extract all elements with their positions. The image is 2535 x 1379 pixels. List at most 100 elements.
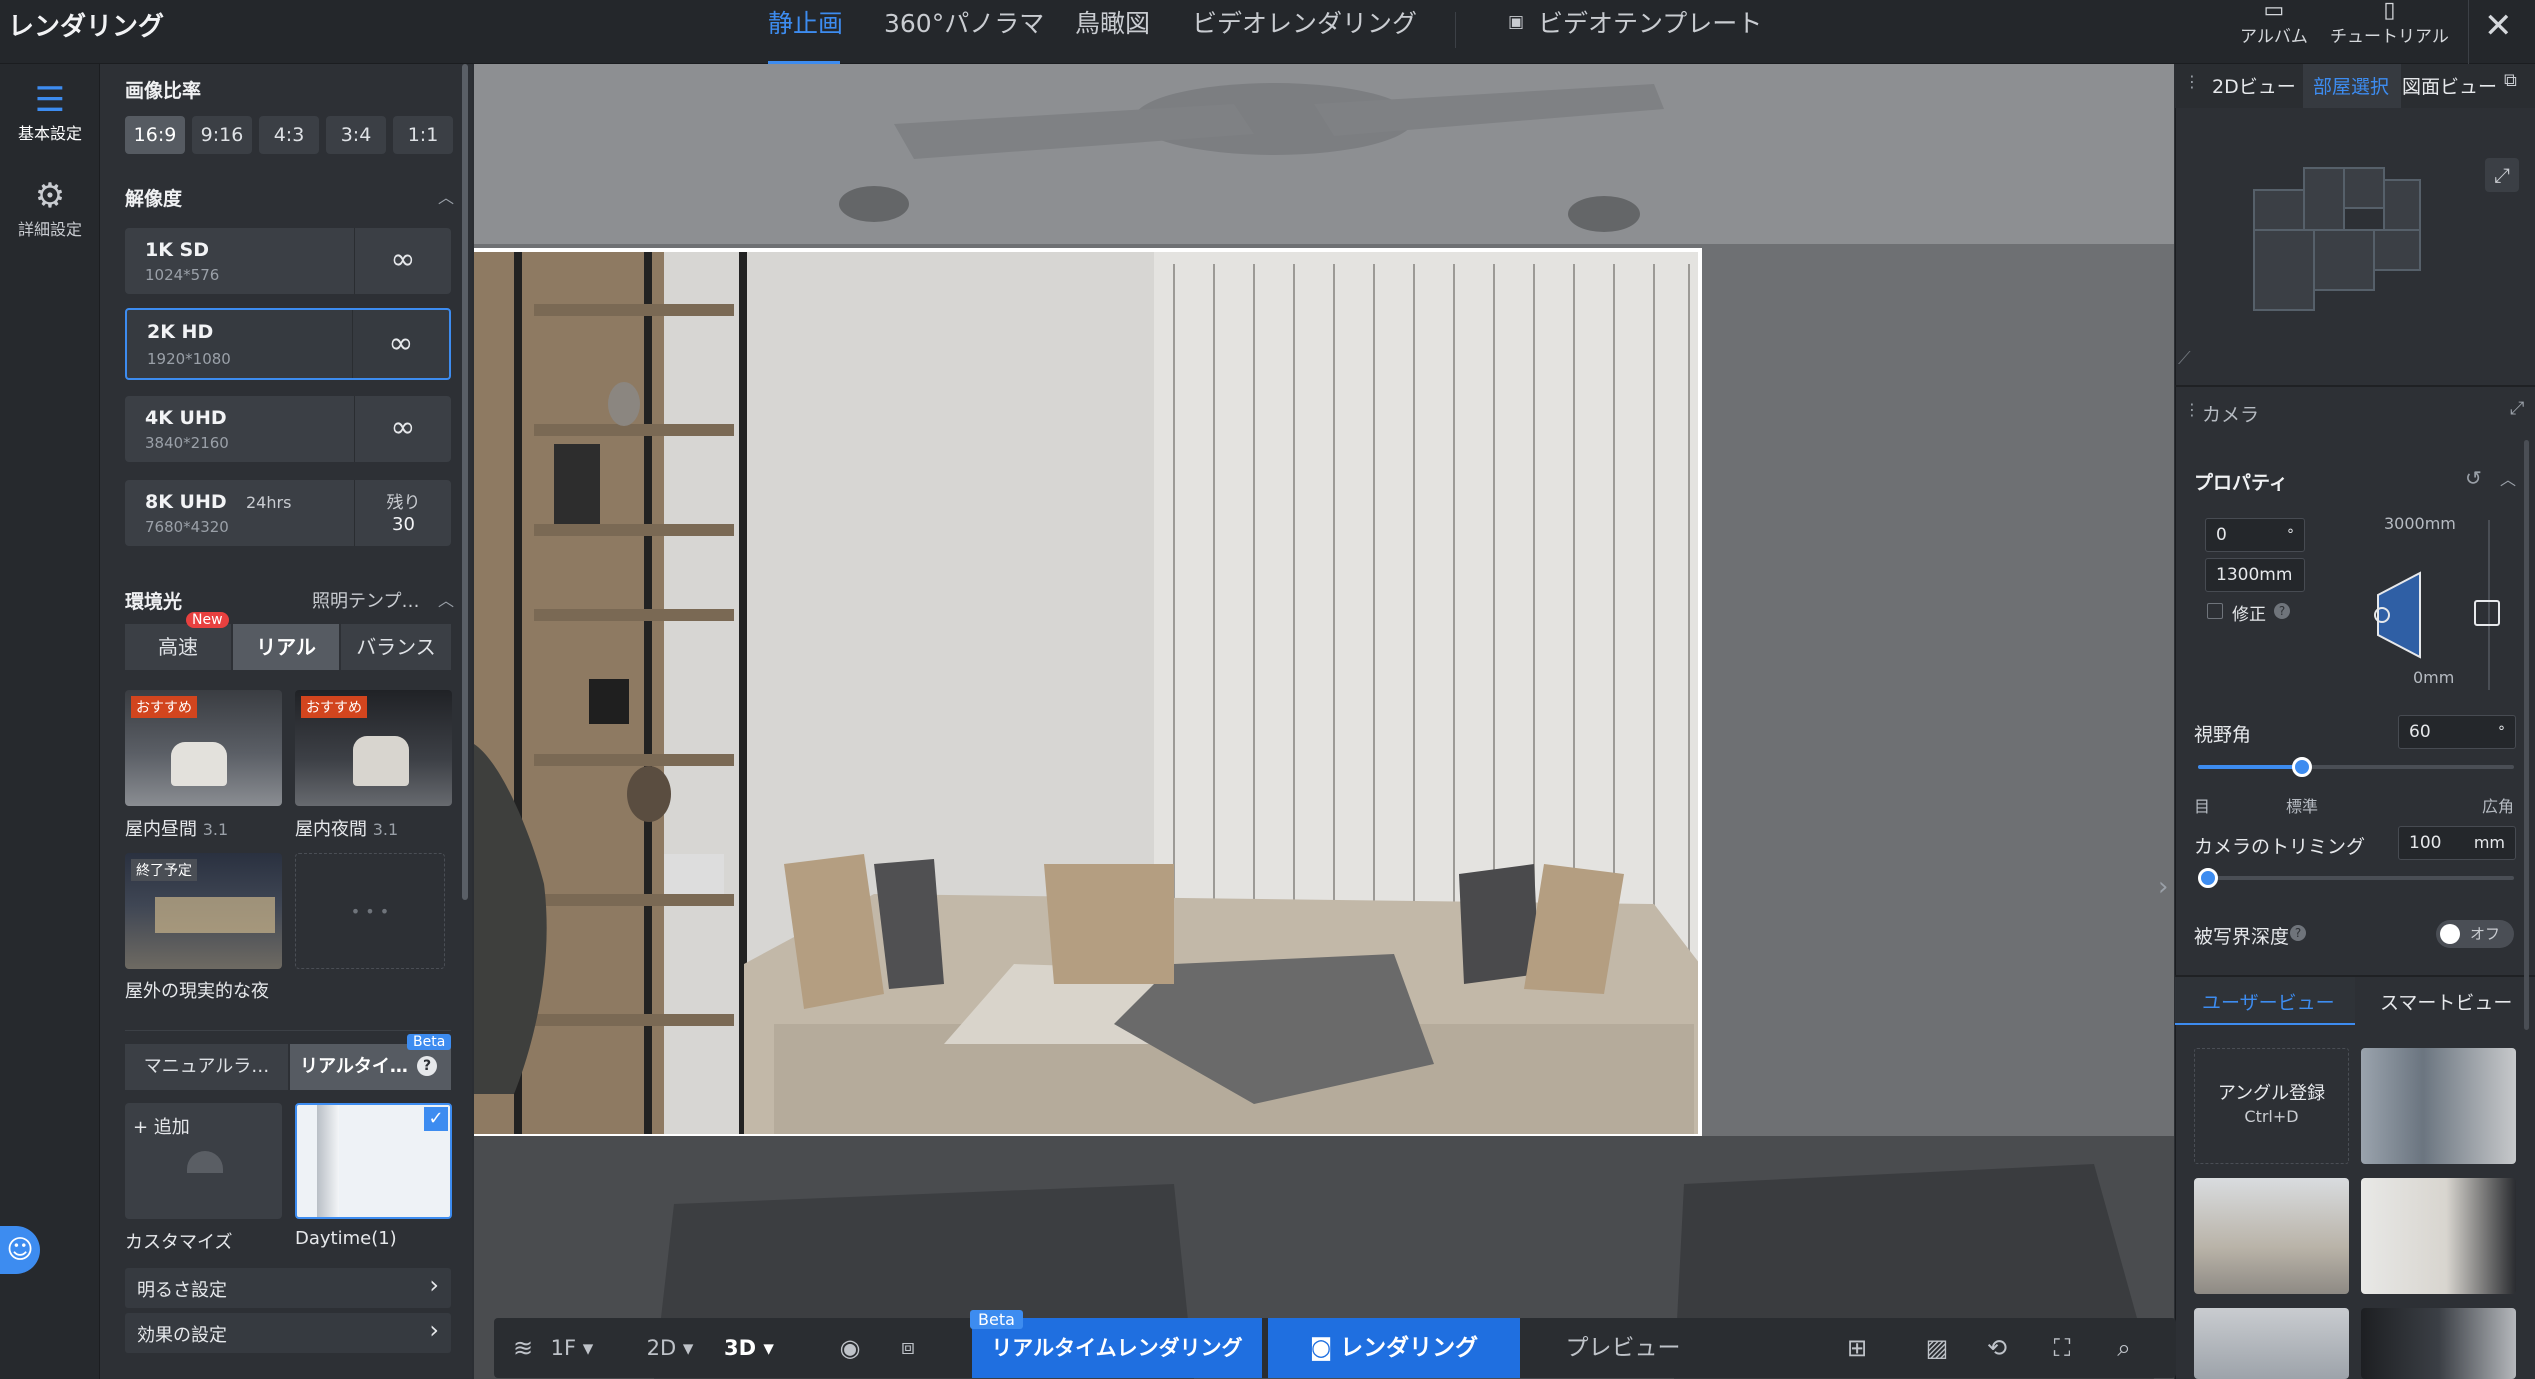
preview-button[interactable]: プレビュー <box>1548 1318 1698 1378</box>
fix-checkbox[interactable] <box>2207 603 2223 619</box>
resolution-1k-card[interactable]: 1K SD 1024*576 ∞ <box>125 228 451 294</box>
album-button[interactable]: ▭ アルバム <box>2240 0 2308 47</box>
rail-basic-settings[interactable]: ☰ 基本設定 <box>0 80 100 144</box>
saved-view-thumb-4[interactable] <box>2194 1308 2349 1379</box>
camera-frustum-icon[interactable] <box>2370 565 2430 665</box>
collapse-icon[interactable]: ︿ <box>2500 466 2516 490</box>
more-presets-button[interactable]: • • • <box>295 853 445 969</box>
env-mode-real[interactable]: リアル <box>233 624 339 670</box>
resize-corner-icon[interactable]: ⟋ <box>2178 348 2191 369</box>
preset-indoor-day[interactable]: おすすめ <box>125 690 282 806</box>
resolution-8k-card[interactable]: 8K UHD 24hrs 7680*4320 残り 30 <box>125 480 451 546</box>
effects-settings-row[interactable]: 効果の設定 › <box>125 1313 451 1353</box>
tab-room-select[interactable]: 部屋選択 <box>2313 72 2389 99</box>
floor-plan-minimap[interactable] <box>2250 160 2430 320</box>
new-badge: New <box>186 612 229 628</box>
popout-icon[interactable]: ⧉ <box>2504 70 2517 91</box>
camera-angle-input[interactable]: 0 ° <box>2205 518 2305 552</box>
help-icon[interactable]: ? <box>2290 925 2306 941</box>
infinity-icon: ∞ <box>354 396 451 462</box>
resolution-name: 4K UHD <box>145 407 227 429</box>
tab-manual-light[interactable]: マニュアルラ… <box>125 1044 288 1090</box>
help-icon[interactable]: ? <box>417 1056 437 1076</box>
camera-height-input[interactable]: 1300mm <box>2205 558 2305 592</box>
fov-slider-fill <box>2198 765 2303 769</box>
chat-support-icon[interactable]: ☺ <box>0 1226 40 1274</box>
height-knob[interactable] <box>2474 600 2500 626</box>
panel-divider <box>2175 385 2535 387</box>
screen-capture-icon[interactable]: ⟲ <box>1975 1318 2019 1378</box>
fov-input[interactable]: 60 ° <box>2398 715 2516 749</box>
left-panel-scrollbar[interactable] <box>462 64 468 900</box>
saved-view-thumb-3[interactable] <box>2361 1178 2516 1294</box>
reset-icon[interactable]: ↺ <box>2465 466 2482 490</box>
register-angle-button[interactable]: アングル登録 Ctrl+D <box>2194 1048 2349 1164</box>
render-button[interactable]: ◙ レンダリング <box>1268 1318 1520 1378</box>
preset-version: 3.1 <box>202 820 229 839</box>
tab-plan-view[interactable]: 図面ビュー <box>2402 72 2497 99</box>
mode-3d-select[interactable]: 3D ▾ <box>718 1318 780 1378</box>
brightness-settings-row[interactable]: 明るさ設定 › <box>125 1268 451 1308</box>
resolution-4k-card[interactable]: 4K UHD 3840*2160 ∞ <box>125 396 451 462</box>
tab-video-rendering[interactable]: ビデオレンダリング <box>1192 4 1417 40</box>
saved-view-thumb-5[interactable] <box>2361 1308 2516 1379</box>
tab-2d-view[interactable]: 2Dビュー <box>2212 72 2296 99</box>
close-icon[interactable]: ✕ <box>2484 6 2513 46</box>
aspect-3-4-button[interactable]: 3:4 <box>326 116 386 154</box>
aspect-16-9-button[interactable]: 16:9 <box>125 116 185 154</box>
trim-slider-track[interactable] <box>2198 876 2514 880</box>
trim-input[interactable]: 100 mm <box>2398 826 2516 860</box>
fix-label: 修正 <box>2232 605 2266 625</box>
camera-title: カメラ <box>2202 404 2260 426</box>
mode-3d-label: 3D <box>724 1336 757 1360</box>
custom-light-card[interactable]: + 追加 <box>125 1103 282 1219</box>
dof-toggle[interactable]: オフ <box>2436 920 2514 948</box>
saved-view-thumb-2[interactable] <box>2194 1178 2349 1294</box>
resolution-collapse-icon[interactable]: ︿ <box>438 184 454 208</box>
room-scene <box>474 64 2174 1379</box>
tab-panorama[interactable]: 360°パノラマ <box>884 4 1044 40</box>
env-mode-fast[interactable]: 高速 <box>125 624 231 670</box>
fov-slider-track[interactable] <box>2198 765 2514 769</box>
help-icon[interactable]: ? <box>2274 603 2290 619</box>
aspect-4-3-button[interactable]: 4:3 <box>259 116 319 154</box>
mode-2d-select[interactable]: 2D ▾ <box>642 1318 698 1378</box>
collapse-right-panel-icon[interactable]: › <box>2158 872 2176 908</box>
angle-unit: ° <box>2287 527 2294 543</box>
tab-smart-view[interactable]: スマートビュー <box>2380 988 2512 1015</box>
drag-handle-icon[interactable]: ⋮ <box>2184 72 2200 91</box>
env-mode-balance[interactable]: バランス <box>341 624 451 670</box>
expand-minimap-icon[interactable]: ⤢ <box>2485 158 2519 192</box>
cube-icon[interactable]: ⧈ <box>890 1318 926 1378</box>
tab-still-image[interactable]: 静止画 <box>768 4 843 40</box>
tab-video-template[interactable]: ビデオテンプレート <box>1538 4 1762 40</box>
trim-slider-knob[interactable] <box>2198 868 2218 888</box>
tab-user-view[interactable]: ユーザービュー <box>2202 988 2335 1015</box>
render-viewport[interactable] <box>474 64 2174 1379</box>
aspect-9-16-button[interactable]: 9:16 <box>192 116 252 154</box>
expand-icon[interactable]: ⤢ <box>2510 398 2524 419</box>
layers-icon[interactable]: ≋ <box>505 1318 541 1378</box>
eye-icon[interactable]: ◉ <box>832 1318 868 1378</box>
lighting-template-link[interactable]: 照明テンプ… <box>312 587 419 613</box>
right-panel-scrollbar[interactable] <box>2524 440 2529 1030</box>
zoom-search-icon[interactable]: ⌕ <box>2102 1318 2146 1378</box>
env-collapse-icon[interactable]: ︿ <box>438 587 454 611</box>
angle-value: 0 <box>2216 525 2227 545</box>
drag-handle-icon[interactable]: ⋮ <box>2184 400 2200 419</box>
preset-outdoor-night[interactable]: 終了予定 <box>125 853 282 969</box>
preset-indoor-night[interactable]: おすすめ <box>295 690 452 806</box>
tab-birds-eye[interactable]: 鳥瞰図 <box>1075 4 1150 40</box>
add-button[interactable]: + 追加 <box>133 1113 190 1139</box>
resolution-2k-card[interactable]: 2K HD 1920*1080 ∞ <box>125 308 451 380</box>
rail-advanced-settings[interactable]: ⚙ 詳細設定 <box>0 176 100 240</box>
frame-select-icon[interactable]: ⊞ <box>1835 1318 1879 1378</box>
aspect-1-1-button[interactable]: 1:1 <box>393 116 453 154</box>
daytime-light-card[interactable]: ✓ <box>295 1103 452 1219</box>
saved-view-thumb-1[interactable] <box>2361 1048 2516 1164</box>
floor-select[interactable]: 1F ▾ <box>546 1318 598 1378</box>
floor-label: 1F <box>550 1336 577 1360</box>
tutorial-button[interactable]: ▯ チュートリアル <box>2330 0 2449 47</box>
image-icon[interactable]: ▨ <box>1915 1318 1959 1378</box>
focus-icon[interactable]: ⛶ <box>2040 1318 2084 1378</box>
